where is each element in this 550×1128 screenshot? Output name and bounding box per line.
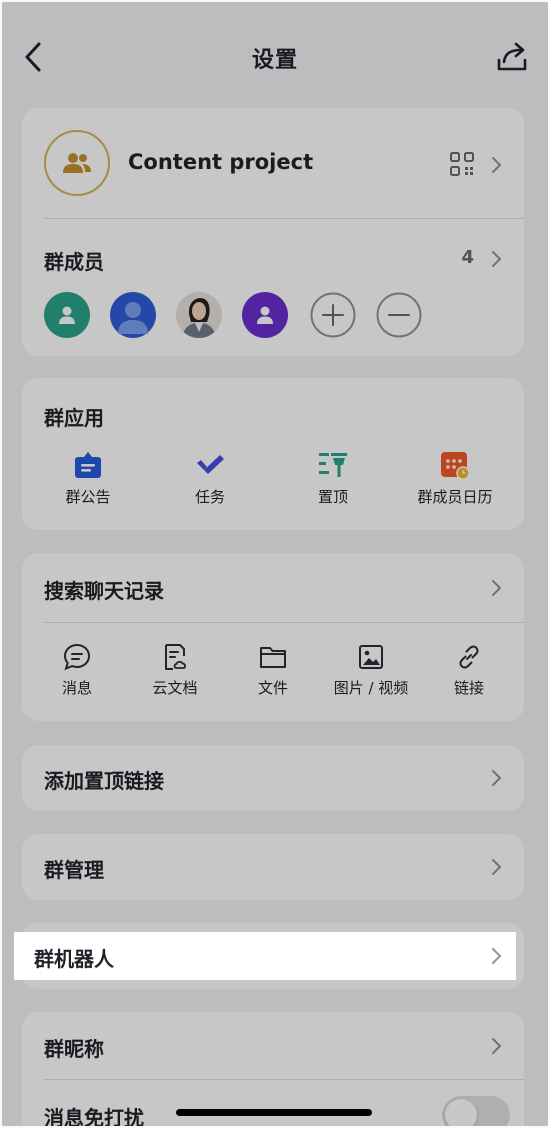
app-label: 群成员日历 <box>417 488 493 506</box>
group-bot-row[interactable]: 群机器人 <box>14 932 516 980</box>
search-cloud-docs[interactable]: 云文档 <box>130 643 220 698</box>
remove-member-button[interactable] <box>376 292 422 338</box>
app-task[interactable]: 任务 <box>155 450 265 507</box>
group-apps-card: 群应用 群公告 任务 置顶 群成员日历 <box>22 378 524 530</box>
add-member-button[interactable] <box>310 292 356 338</box>
toggle-knob <box>445 1099 477 1126</box>
row-label: 添加置顶链接 <box>44 769 164 793</box>
user-icon <box>59 306 75 324</box>
pin-icon <box>319 453 347 477</box>
share-icon <box>497 42 527 71</box>
search-files[interactable]: 文件 <box>228 643 318 698</box>
person-photo-icon <box>176 292 222 338</box>
app-announcement[interactable]: 群公告 <box>33 450 143 507</box>
search-images-videos[interactable]: 图片 / 视频 <box>326 643 416 698</box>
group-icon <box>63 153 91 173</box>
folder-icon <box>260 647 286 668</box>
members-label[interactable]: 群成员 <box>44 246 104 275</box>
row-label: 群管理 <box>44 858 104 882</box>
app-label: 置顶 <box>317 488 348 506</box>
group-management-row[interactable]: 群管理 <box>22 834 524 900</box>
group-name: Content project <box>128 150 314 174</box>
member-avatar[interactable] <box>110 292 156 338</box>
group-info-card: Content project 群成员 4 <box>22 108 524 356</box>
apps-label: 群应用 <box>44 406 104 430</box>
search-messages[interactable]: 消息 <box>32 643 122 698</box>
user-icon <box>257 306 273 324</box>
search-chat-history[interactable]: 搜索聊天记录 <box>44 575 164 604</box>
qr-code-icon[interactable] <box>450 152 474 176</box>
member-avatar[interactable] <box>242 292 288 338</box>
chevron-right-icon <box>492 859 501 875</box>
member-avatar-photo[interactable] <box>176 292 222 338</box>
announcement-icon <box>75 452 101 478</box>
chat-filter-label: 云文档 <box>152 679 198 697</box>
settings-screen: 设置 Content project 群成员 4 群应用 群公告 任务 置顶 群… <box>2 2 548 1126</box>
group-avatar[interactable] <box>44 130 110 196</box>
mute-toggle[interactable] <box>442 1096 510 1126</box>
task-check-icon <box>197 455 224 474</box>
divider <box>44 218 524 219</box>
search-links[interactable]: 链接 <box>424 643 514 698</box>
mute-notifications-label: 消息免打扰 <box>44 1106 144 1126</box>
message-icon <box>63 643 91 671</box>
image-icon <box>359 645 383 669</box>
member-count: 4 <box>461 247 474 268</box>
divider <box>44 1079 524 1080</box>
app-calendar[interactable]: 群成员日历 <box>400 450 510 507</box>
app-label: 群公告 <box>65 488 111 506</box>
chat-filter-label: 链接 <box>453 679 484 697</box>
chevron-right-icon <box>492 1038 501 1054</box>
chat-search-card: 搜索聊天记录 消息 云文档 文件 图片 / 视频 链接 <box>22 553 524 721</box>
chevron-right-icon <box>492 251 501 267</box>
app-label: 任务 <box>194 488 225 506</box>
chat-filter-label: 文件 <box>257 679 288 697</box>
chat-filter-label: 消息 <box>61 679 92 697</box>
calendar-icon <box>441 452 470 480</box>
chevron-right-icon <box>492 948 501 964</box>
chevron-right-icon <box>492 580 501 596</box>
row-label: 群机器人 <box>34 947 114 971</box>
member-avatar[interactable] <box>44 292 90 338</box>
plus-circle-icon <box>310 292 356 338</box>
divider <box>44 622 524 623</box>
group-nickname-row[interactable]: 群昵称 <box>44 1033 104 1062</box>
chat-filter-label: 图片 / 视频 <box>333 679 409 697</box>
page-title: 设置 <box>251 48 298 73</box>
user-silhouette-icon <box>118 302 148 334</box>
chevron-right-icon <box>492 157 501 173</box>
add-pinned-link-row[interactable]: 添加置顶链接 <box>22 745 524 811</box>
home-indicator <box>176 1109 372 1116</box>
minus-circle-icon <box>376 292 422 338</box>
cloud-doc-icon <box>165 644 187 670</box>
nav-bar: 设置 <box>2 2 548 106</box>
link-icon <box>459 645 479 669</box>
app-pin[interactable]: 置顶 <box>278 450 388 507</box>
chevron-right-icon <box>492 770 501 786</box>
share-button[interactable] <box>496 40 528 74</box>
